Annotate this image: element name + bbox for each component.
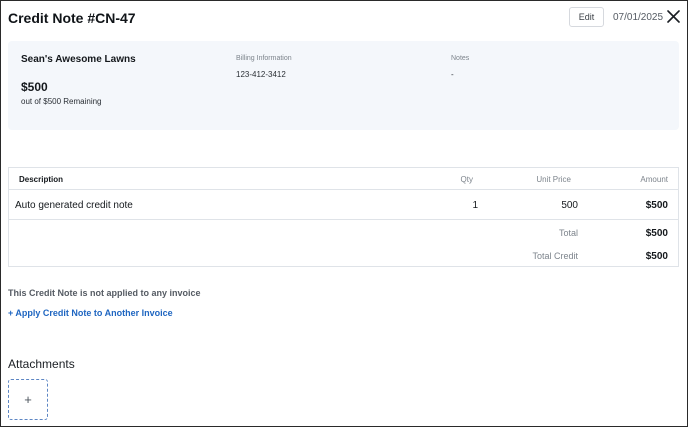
column-header-qty: Qty bbox=[460, 175, 473, 184]
billing-info-label: Billing Information bbox=[236, 55, 292, 62]
total-value: $500 bbox=[645, 228, 668, 239]
total-credit-value: $500 bbox=[645, 251, 668, 262]
credit-amount: $500 bbox=[21, 80, 48, 94]
total-row: Total $500 bbox=[9, 221, 678, 244]
close-icon[interactable] bbox=[667, 10, 680, 23]
row-description: Auto generated credit note bbox=[15, 200, 133, 211]
table-row: Auto generated credit note 1 500 $500 bbox=[9, 190, 678, 220]
customer-name: Sean's Awesome Lawns bbox=[21, 54, 136, 65]
remaining-text: out of $500 Remaining bbox=[21, 97, 102, 106]
plus-icon: + bbox=[24, 392, 32, 407]
row-unit-price: 500 bbox=[561, 200, 578, 211]
notes-label: Notes bbox=[451, 55, 470, 62]
apply-credit-note-link[interactable]: + Apply Credit Note to Another Invoice bbox=[8, 308, 173, 318]
credit-summary-card: Sean's Awesome Lawns $500 out of $500 Re… bbox=[8, 41, 679, 130]
add-attachment-button[interactable]: + bbox=[8, 379, 48, 420]
line-items-table: Description Qty Unit Price Amount Auto g… bbox=[8, 167, 679, 267]
attachments-heading: Attachments bbox=[8, 357, 75, 371]
total-label: Total bbox=[558, 228, 578, 238]
billing-info-value: 123-412-3412 bbox=[236, 70, 286, 79]
credit-note-date: 07/01/2025 bbox=[613, 12, 664, 23]
page-title: Credit Note #CN-47 bbox=[8, 10, 136, 26]
column-header-description: Description bbox=[19, 175, 64, 184]
row-qty: 1 bbox=[472, 200, 478, 211]
application-status-text: This Credit Note is not applied to any i… bbox=[8, 288, 201, 298]
row-amount: $500 bbox=[645, 200, 668, 211]
notes-value: - bbox=[451, 70, 454, 79]
edit-button[interactable]: Edit bbox=[569, 7, 604, 27]
table-header: Description Qty Unit Price Amount bbox=[9, 168, 678, 190]
total-credit-row: Total Credit $500 bbox=[9, 244, 678, 267]
column-header-amount: Amount bbox=[640, 175, 668, 184]
total-credit-label: Total Credit bbox=[532, 251, 578, 261]
credit-note-panel: Credit Note #CN-47 Edit 07/01/2025 Sean'… bbox=[0, 0, 688, 427]
column-header-unit-price: Unit Price bbox=[536, 175, 571, 184]
